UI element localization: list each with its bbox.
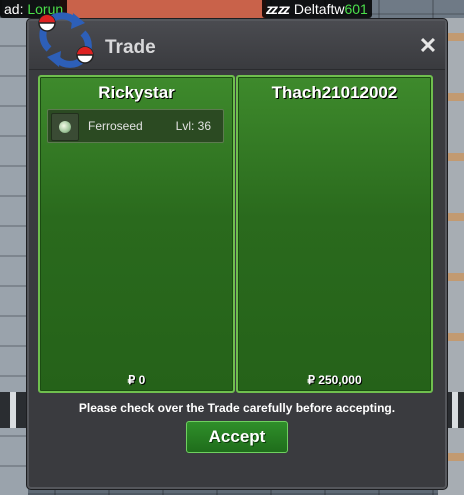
player-name: Rickystar: [98, 83, 175, 102]
close-icon[interactable]: ✕: [417, 35, 439, 57]
trade-notice: Please check over the Trade carefully be…: [78, 401, 396, 415]
nameplate-suffix: 601: [344, 1, 368, 17]
pokemon-slot[interactable]: Ferroseed Lvl: 36: [47, 109, 224, 143]
sleep-icon: zz: [266, 1, 278, 17]
pokemon-name: Ferroseed: [88, 119, 143, 133]
money-offer: ₽ 0: [127, 373, 146, 387]
sleep-icon: zz: [278, 1, 290, 17]
trade-panel-left: Rickystar Ferroseed Lvl: 36 ₽ 0: [38, 75, 235, 393]
money-offer: ₽ 250,000: [307, 373, 362, 387]
pokemon-level: Lvl: 36: [175, 119, 211, 133]
trade-window: Trade ✕ Rickystar Ferroseed Lvl: 36 ₽ 0 …: [27, 12, 447, 489]
trade-panel-right: Thach21012002 ₽ 250,000: [236, 75, 433, 393]
trade-titlebar[interactable]: Trade ✕: [29, 12, 445, 70]
nameplate-prefix: ad:: [4, 1, 24, 17]
ferroseed-icon: [51, 113, 79, 141]
nameplate-name: Deltaftw: [293, 1, 345, 17]
player-name: Thach21012002: [271, 83, 398, 102]
trade-arrows-icon: [38, 12, 94, 68]
player-nameplate-right[interactable]: zz zz Deltaftw601: [262, 0, 372, 18]
window-title: Trade: [105, 37, 156, 58]
accept-button[interactable]: Accept: [186, 421, 288, 453]
